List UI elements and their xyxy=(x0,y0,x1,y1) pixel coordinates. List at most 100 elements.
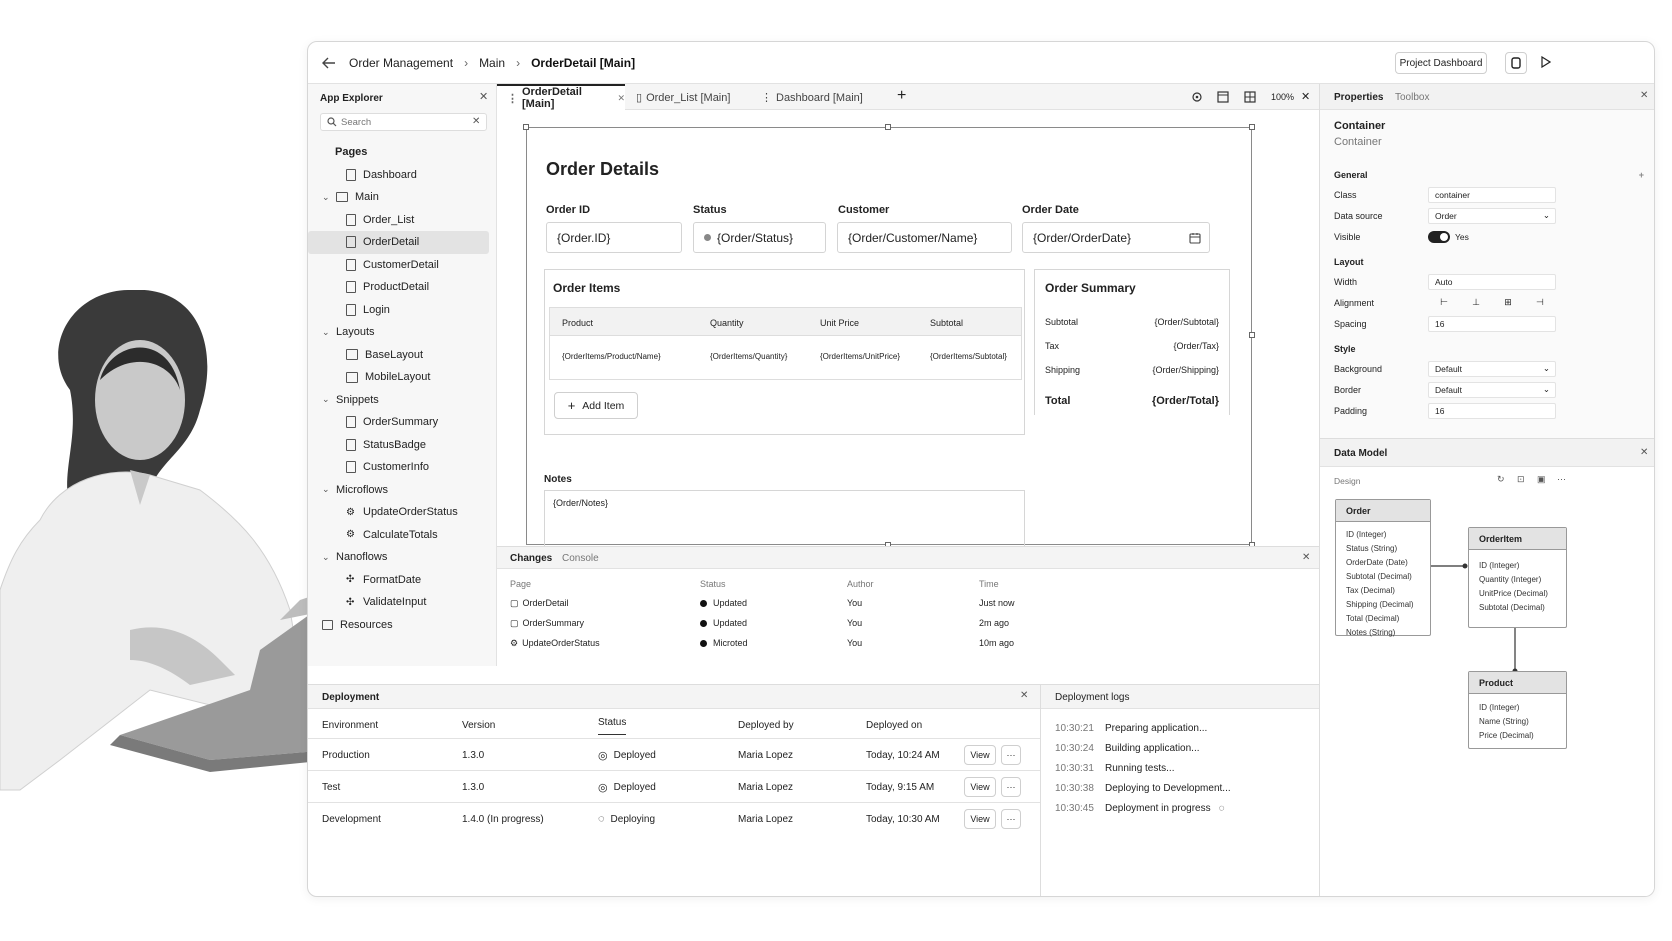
grid-icon[interactable] xyxy=(1244,91,1256,103)
close-icon[interactable]: ✕ xyxy=(1640,90,1648,101)
visible-toggle[interactable] xyxy=(1428,230,1450,243)
panel-title: Deployment logs xyxy=(1055,692,1130,703)
close-icon[interactable]: ✕ xyxy=(1301,90,1310,103)
table-row[interactable]: {OrderItems/Product/Name} {OrderItems/Qu… xyxy=(550,336,1021,380)
view-button[interactable]: View xyxy=(964,745,996,765)
prop-datasource: Data source Order ⌄ xyxy=(1334,205,1644,226)
entity-order-item[interactable]: OrderItem ID (Integer) Quantity (Integer… xyxy=(1468,527,1567,628)
tree-item-customer-detail[interactable]: CustomerDetail xyxy=(308,254,497,277)
class-input[interactable]: container xyxy=(1428,186,1556,203)
resize-handle[interactable] xyxy=(1249,332,1255,338)
tree-item-order-list[interactable]: Order_List xyxy=(308,209,497,232)
tree-item-order-summary[interactable]: OrderSummary xyxy=(308,411,497,434)
tab-properties[interactable]: Properties xyxy=(1334,92,1383,103)
view-button[interactable]: View xyxy=(964,809,996,829)
table-row[interactable]: ⚙ UpdateOrderStatus Microted You 10m ago xyxy=(497,633,1319,653)
order-date-field[interactable]: {Order/OrderDate} xyxy=(1022,222,1210,253)
tree-item-calculate-totals[interactable]: ⚙ CalculateTotals xyxy=(308,524,497,547)
more-icon[interactable]: ··· xyxy=(1001,809,1021,829)
spacing-input[interactable]: 16 xyxy=(1428,315,1556,332)
explorer-search[interactable]: ✕ xyxy=(320,113,487,131)
tree-item-validate-input[interactable]: ✣ ValidateInput xyxy=(308,591,497,614)
tree-item-dashboard[interactable]: Dashboard xyxy=(308,164,497,187)
calendar-icon[interactable] xyxy=(1189,232,1201,244)
summary-value: {Order/Subtotal} xyxy=(1154,317,1219,327)
order-items-panel: Order Items Product Quantity Unit Price … xyxy=(544,269,1025,435)
order-id-field[interactable]: {Order.ID} xyxy=(546,222,682,253)
notes-field[interactable]: {Order/Notes} xyxy=(544,490,1025,550)
padding-input[interactable]: 16 xyxy=(1428,402,1556,419)
tree-item-customer-info[interactable]: CustomerInfo xyxy=(308,456,497,479)
clear-icon[interactable]: ✕ xyxy=(472,116,480,127)
customer-field[interactable]: {Order/Customer/Name} xyxy=(837,222,1012,253)
section-nanoflows[interactable]: ⌄ Nanoflows xyxy=(308,546,497,569)
resize-handle[interactable] xyxy=(523,124,529,130)
close-icon[interactable]: ✕ xyxy=(617,93,625,104)
search-input[interactable] xyxy=(341,116,461,129)
prop-width: Width Auto xyxy=(1334,271,1644,292)
tab-toolbox[interactable]: Toolbox xyxy=(1395,92,1429,103)
prop-background: Background Default ⌄ xyxy=(1334,358,1644,379)
tree-item-status-badge[interactable]: StatusBadge xyxy=(308,434,497,457)
section-layouts[interactable]: ⌄ Layouts xyxy=(308,321,497,344)
column-header-sorted[interactable]: Status xyxy=(598,717,627,735)
tree-item-format-date[interactable]: ✣ FormatDate xyxy=(308,569,497,592)
view-button[interactable]: View xyxy=(964,777,996,797)
tab-order-detail[interactable]: ⋮ OrderDetail [Main] ✕ xyxy=(497,84,625,110)
close-icon[interactable]: ✕ xyxy=(479,90,488,103)
table-row[interactable]: Production 1.3.0 ◎ Deployed Maria Lopez T… xyxy=(308,739,1040,771)
tree-item-login[interactable]: Login xyxy=(308,299,497,322)
tree-item-mobile-layout[interactable]: MobileLayout xyxy=(308,366,497,389)
entity-product[interactable]: Product ID (Integer) Name (String) Price… xyxy=(1468,671,1567,749)
more-icon[interactable]: ··· xyxy=(1001,777,1021,797)
table-row[interactable]: ▢ OrderSummary Updated You 2m ago xyxy=(497,613,1319,633)
tree-item-product-detail[interactable]: ProductDetail xyxy=(308,276,497,299)
target-icon[interactable] xyxy=(1191,91,1203,103)
project-dashboard-button[interactable]: Project Dashboard xyxy=(1395,52,1487,74)
editor-tab-bar: ⋮ OrderDetail [Main] ✕ ▯ Order_List [Main]… xyxy=(497,84,1319,110)
tree-item-resources[interactable]: Resources xyxy=(308,614,497,637)
width-input[interactable]: Auto xyxy=(1428,273,1556,290)
table-row[interactable]: ▢ OrderDetail Updated You Just now xyxy=(497,593,1319,613)
back-arrow-icon[interactable] xyxy=(322,56,336,70)
tab-changes[interactable]: Changes xyxy=(510,553,552,564)
page-icon xyxy=(346,236,356,249)
border-select[interactable]: Default ⌄ xyxy=(1428,381,1556,398)
add-icon[interactable]: + xyxy=(1639,170,1644,180)
tree-item-update-order-status[interactable]: ⚙ UpdateOrderStatus xyxy=(308,501,497,524)
tab-console[interactable]: Console xyxy=(562,553,599,564)
section-main[interactable]: ⌄ Main xyxy=(308,186,497,209)
background-select[interactable]: Default ⌄ xyxy=(1428,360,1556,377)
section-microflows[interactable]: ⌄ Microflows xyxy=(308,479,497,502)
align-right-icon[interactable]: ⊣ xyxy=(1536,297,1544,308)
log-text: Running tests... xyxy=(1105,763,1175,774)
snippet-icon xyxy=(346,438,356,451)
add-tab-icon[interactable]: + xyxy=(897,87,906,105)
tree-item-base-layout[interactable]: BaseLayout xyxy=(308,344,497,367)
add-item-button[interactable]: + Add Item xyxy=(554,392,638,419)
run-icon[interactable] xyxy=(1541,56,1551,68)
align-justify-icon[interactable]: ⊞ xyxy=(1504,297,1512,308)
entity-order[interactable]: Order ID (Integer) Status (String) Order… xyxy=(1335,499,1431,637)
status-field[interactable]: {Order/Status} xyxy=(693,222,826,253)
breadcrumb-item[interactable]: Order Management xyxy=(349,56,453,70)
tab-dashboard[interactable]: ⋮ Dashboard [Main] xyxy=(761,91,863,104)
tab-order-list[interactable]: ▯ Order_List [Main] xyxy=(636,91,730,104)
more-icon[interactable]: ··· xyxy=(1001,745,1021,765)
table-row[interactable]: Development 1.4.0 (In progress) ◌ Deployi… xyxy=(308,803,1040,835)
status-text: Deploying xyxy=(610,813,656,825)
align-center-icon[interactable]: ⊥ xyxy=(1472,297,1480,308)
datasource-select[interactable]: Order ⌄ xyxy=(1428,207,1556,224)
table-row[interactable]: Test 1.3.0 ◎ Deployed Maria Lopez Today, … xyxy=(308,771,1040,803)
align-left-icon[interactable]: ⊢ xyxy=(1440,297,1448,308)
close-icon[interactable]: ✕ xyxy=(1302,552,1310,563)
breadcrumb-item[interactable]: Main xyxy=(479,56,505,70)
resize-handle[interactable] xyxy=(1249,124,1255,130)
tree-item-order-detail[interactable]: OrderDetail xyxy=(308,231,489,254)
section-snippets[interactable]: ⌄ Snippets xyxy=(308,389,497,412)
resize-handle[interactable] xyxy=(885,124,891,130)
layout-icon[interactable] xyxy=(1217,91,1229,103)
stop-button[interactable] xyxy=(1505,52,1527,74)
zoom-level[interactable]: 100% xyxy=(1271,92,1294,102)
close-icon[interactable]: ✕ xyxy=(1020,690,1028,701)
